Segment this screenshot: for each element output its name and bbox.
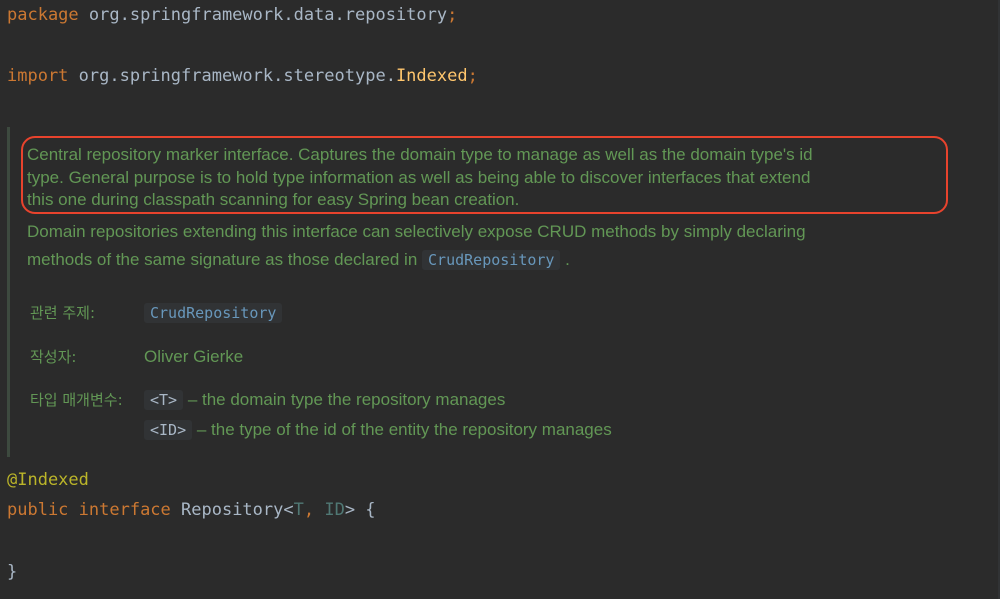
interface-name: Repository< [170,500,294,520]
annotation-text: @Indexed [7,470,89,490]
author-label: 작성자: [30,348,77,366]
interface-declaration[interactable]: public interface Repository<T, ID> { [7,498,376,522]
import-keyword: import [7,66,69,86]
type-param-id: <ID> – the type of the id of the entity … [144,419,612,441]
see-also-link[interactable]: CrudRepository [144,303,283,323]
type-param-t-ref: T [293,500,304,520]
type-param-t-name: <T> [144,390,184,410]
javadoc-gutter-bar [7,127,10,457]
interface-open-brace: > { [344,500,376,520]
crud-repository-link[interactable]: CrudRepository [422,250,561,270]
closing-brace[interactable]: } [7,560,17,584]
import-class-name[interactable]: Indexed [396,66,468,86]
public-keyword: public [7,500,69,520]
type-param-id-name: <ID> [144,420,193,440]
indexed-annotation[interactable]: @Indexed [7,468,89,492]
type-param-id-desc: – the type of the id of the entity the r… [192,420,612,439]
author-value: Oliver Gierke [144,347,244,366]
see-also-label: 관련 주제: [30,304,96,322]
close-brace-text: } [7,562,18,582]
package-name: org.springframework.data.repository [78,5,448,25]
semicolon: ; [447,5,458,25]
package-declaration[interactable]: package org.springframework.data.reposit… [7,3,457,27]
code-editor[interactable]: { "code": { "package_kw": "package", "pa… [0,0,1000,599]
javadoc-line-4: Domain repositories extending this inter… [27,222,806,241]
type-param-id-ref: ID [314,500,345,520]
type-param-t: <T> – the domain type the repository man… [144,389,505,411]
interface-keyword: interface [68,500,171,520]
javadoc-line-5-suffix: . [560,250,570,269]
import-package: org.springframework.stereotype. [68,66,396,86]
javadoc-line-5-prefix: methods of the same signature as those d… [27,250,423,269]
type-param-t-desc: – the domain type the repository manages [183,390,506,409]
type-params-label: 타입 매개변수: [30,391,123,409]
import-statement[interactable]: import org.springframework.stereotype.In… [7,64,478,88]
semicolon: ; [467,66,478,86]
comma: , [303,500,315,520]
see-also-value: CrudRepository [144,302,283,324]
annotation-highlight-box [21,136,948,214]
javadoc-line-5: methods of the same signature as those d… [27,248,570,271]
package-keyword: package [7,5,79,25]
